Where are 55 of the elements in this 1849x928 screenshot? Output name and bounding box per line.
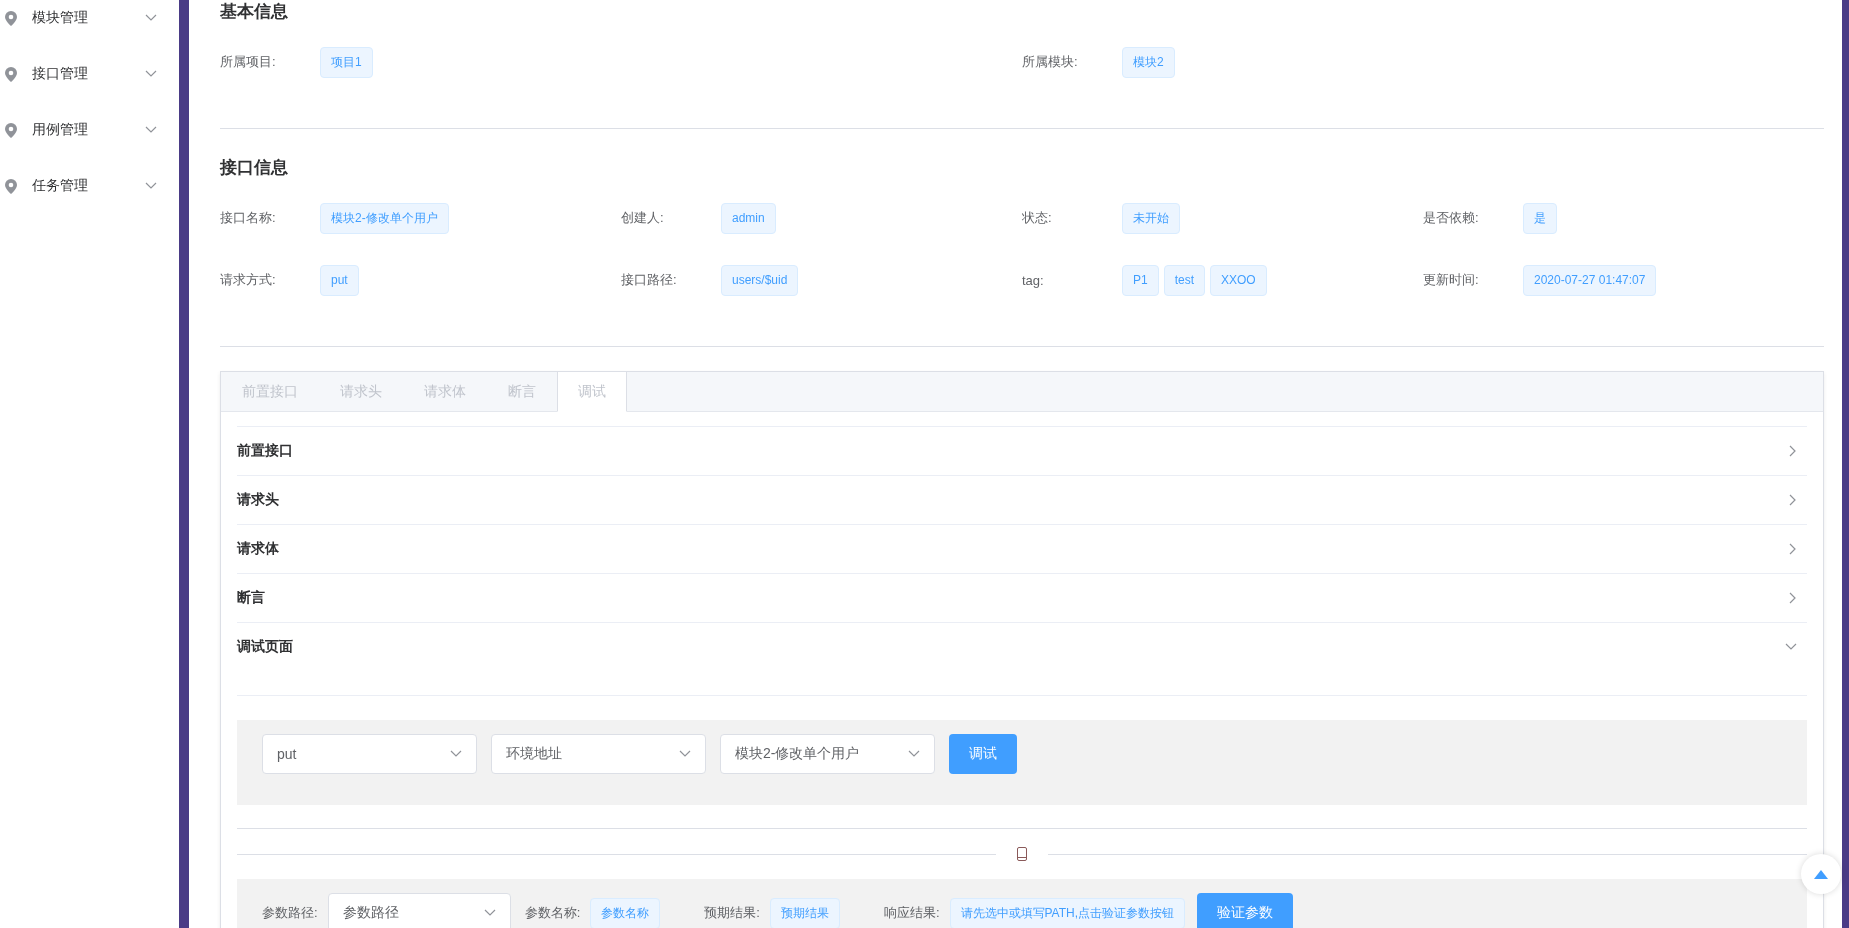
chevron-down-icon xyxy=(908,750,920,758)
value-tag: 请先选中或填写PATH,点击验证参数按钮 xyxy=(949,897,1186,928)
field-label: 所属模块: xyxy=(1022,53,1079,71)
field-label: 请求方式: xyxy=(220,271,277,289)
value-tag: 是 xyxy=(1523,202,1557,234)
mobile-icon xyxy=(1016,847,1028,861)
field-label: 更新时间: xyxy=(1423,271,1480,289)
menu-item[interactable]: 模块管理 xyxy=(32,9,145,27)
collapse-header[interactable]: 断言 xyxy=(237,573,1807,622)
caret-up-icon xyxy=(1814,869,1828,879)
value-tag: users/$uid xyxy=(721,264,799,296)
field-label: 响应结果: xyxy=(883,904,940,922)
value-tag: admin xyxy=(721,202,776,234)
value-tag: 模块2 xyxy=(1122,46,1175,78)
collapse-header[interactable]: 调试页面 xyxy=(237,622,1807,671)
field-label: 是否依赖: xyxy=(1423,209,1480,227)
value-tag: P1 xyxy=(1122,264,1159,296)
select-field[interactable]: 参数路径 xyxy=(327,893,511,928)
value-tag: 参数名称 xyxy=(590,897,661,928)
value-tag: 预期结果 xyxy=(769,897,840,928)
collapse-header[interactable]: 前置接口 xyxy=(237,426,1807,475)
location-pin-icon xyxy=(4,9,18,27)
collapse-header[interactable]: 请求头 xyxy=(237,475,1807,524)
select-field[interactable]: put xyxy=(262,734,477,774)
menu-item[interactable]: 接口管理 xyxy=(32,65,145,83)
value-tag: test xyxy=(1163,264,1206,296)
location-pin-icon xyxy=(4,177,18,195)
field-label: 参数名称: xyxy=(524,904,581,922)
value-tag: 模块2-修改单个用户 xyxy=(320,202,449,234)
collapse-header[interactable]: 请求体 xyxy=(237,524,1807,573)
menu-item[interactable]: 任务管理 xyxy=(32,177,145,195)
value-tag: 项目1 xyxy=(320,46,373,78)
chevron-down-icon xyxy=(679,750,691,758)
chevron-down-icon xyxy=(450,750,462,758)
back-to-top-button[interactable] xyxy=(1801,854,1841,894)
section-title: 接口信息 xyxy=(220,157,289,179)
value-tag: 2020-07-27 01:47:07 xyxy=(1523,264,1657,296)
location-pin-icon xyxy=(4,121,18,139)
select-field[interactable]: 模块2-修改单个用户 xyxy=(720,734,935,774)
value-tag: put xyxy=(320,264,359,296)
field-label: 所属项目: xyxy=(220,53,277,71)
field-label: 创建人: xyxy=(621,209,665,227)
chevron-down-icon xyxy=(483,909,496,917)
field-label: 接口路径: xyxy=(621,271,678,289)
field-label: tag: xyxy=(1022,272,1045,288)
field-label: 预期结果: xyxy=(704,904,760,922)
select-field[interactable]: 环境地址 xyxy=(491,734,706,774)
section-title: 基本信息 xyxy=(220,1,289,23)
menu-item[interactable]: 用例管理 xyxy=(32,121,145,139)
field-label: 状态: xyxy=(1022,209,1053,227)
value-tag: 未开始 xyxy=(1122,202,1180,234)
field-label: 接口名称: xyxy=(220,209,277,227)
value-tag: XXOO xyxy=(1210,264,1267,296)
location-pin-icon xyxy=(4,65,18,83)
field-label: 参数路径: xyxy=(262,904,318,922)
